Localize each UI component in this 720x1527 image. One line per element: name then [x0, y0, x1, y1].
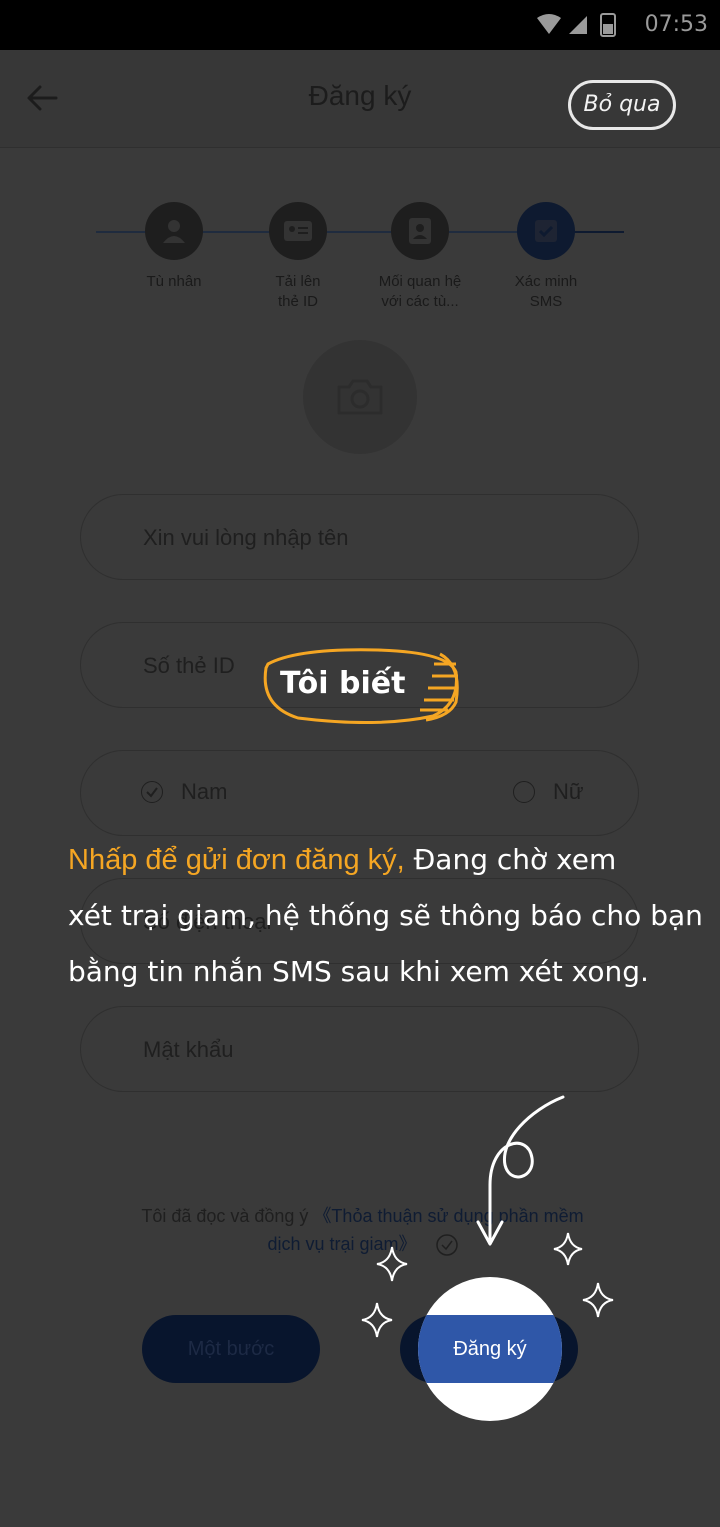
- signal-wifi-battery-icon: [537, 13, 616, 37]
- gender-female-option[interactable]: Nữ: [513, 779, 584, 805]
- password-placeholder: Mật khẩu: [143, 1037, 234, 1062]
- guide-line-1-rest: Đang chờ xem: [404, 843, 617, 876]
- photo-upload-button[interactable]: [303, 340, 417, 454]
- check-icon: [535, 220, 557, 242]
- step-label: Tù nhân: [146, 273, 202, 290]
- sparkle-icon: [361, 1302, 393, 1338]
- step-circle: [269, 202, 327, 260]
- id-placeholder: Số thẻ ID: [143, 653, 235, 678]
- id-card-icon: [284, 221, 312, 241]
- guide-line-3: bằng tin nhắn SMS sau khi xem xét xong.: [68, 955, 649, 988]
- step-upload-id: Tải lên thẻ ID: [238, 200, 358, 312]
- password-field[interactable]: Mật khẩu: [80, 1006, 639, 1092]
- step-circle: [391, 202, 449, 260]
- gender-female-label: Nữ: [553, 779, 584, 804]
- gender-male-option[interactable]: Nam: [141, 779, 227, 805]
- radio-checked-icon: [141, 781, 163, 803]
- terms-link-cont[interactable]: dịch vụ trại giam》: [267, 1234, 416, 1254]
- sparkle-icon: [582, 1282, 614, 1318]
- status-icons: [535, 12, 625, 43]
- register-button[interactable]: Đăng ký: [418, 1315, 562, 1383]
- contact-icon: [409, 218, 431, 244]
- agree-check-icon[interactable]: [435, 1234, 458, 1256]
- camera-icon: [337, 379, 383, 415]
- gender-field: Nam Nữ: [80, 750, 639, 836]
- step-label: Xác minh SMS: [514, 273, 578, 310]
- gender-male-label: Nam: [181, 779, 228, 804]
- status-time: 07:53: [644, 12, 708, 37]
- previous-step-button[interactable]: Một bước: [142, 1315, 320, 1383]
- step-label: Mối quan hệ với các tù...: [378, 273, 462, 310]
- step-circle: [145, 202, 203, 260]
- radio-unchecked-icon: [513, 781, 535, 803]
- skip-button[interactable]: Bỏ qua: [568, 80, 676, 130]
- step-relationship: Mối quan hệ với các tù...: [360, 200, 480, 312]
- spotlight-highlight: Đăng ký: [418, 1277, 562, 1421]
- guide-message: Nhấp để gửi đơn đăng ký, Đang chờ xem xé…: [68, 832, 703, 1000]
- step-sms-verify: Xác minh SMS: [486, 200, 606, 312]
- step-indicator: Tù nhân Tải lên thẻ ID Mối quan hệ với các…: [0, 200, 720, 320]
- status-bar: 07:53: [0, 0, 720, 50]
- got-it-label: Tôi biết: [280, 666, 406, 701]
- terms-prefix: Tôi đã đọc và đồng ý: [141, 1206, 314, 1226]
- step-prisoner: Tù nhân: [114, 200, 234, 292]
- name-field[interactable]: Xin vui lòng nhập tên: [80, 494, 639, 580]
- terms-agreement: Tôi đã đọc và đồng ý 《Thỏa thuận sử dụng…: [90, 1202, 635, 1258]
- person-icon: [163, 220, 185, 243]
- name-placeholder: Xin vui lòng nhập tên: [143, 525, 349, 550]
- terms-link[interactable]: 《Thỏa thuận sử dụng phần mềm: [313, 1206, 583, 1226]
- step-circle-active: [517, 202, 575, 260]
- got-it-button[interactable]: Tôi biết: [258, 646, 463, 724]
- guide-highlight: Nhấp để gửi đơn đăng ký,: [68, 844, 405, 876]
- step-label: Tải lên thẻ ID: [275, 273, 321, 310]
- guide-line-1: Nhấp để gửi đơn đăng ký, Đang chờ xem: [68, 832, 698, 888]
- guide-line-2: xét trại giam, hệ thống sẽ thông báo cho…: [68, 899, 703, 932]
